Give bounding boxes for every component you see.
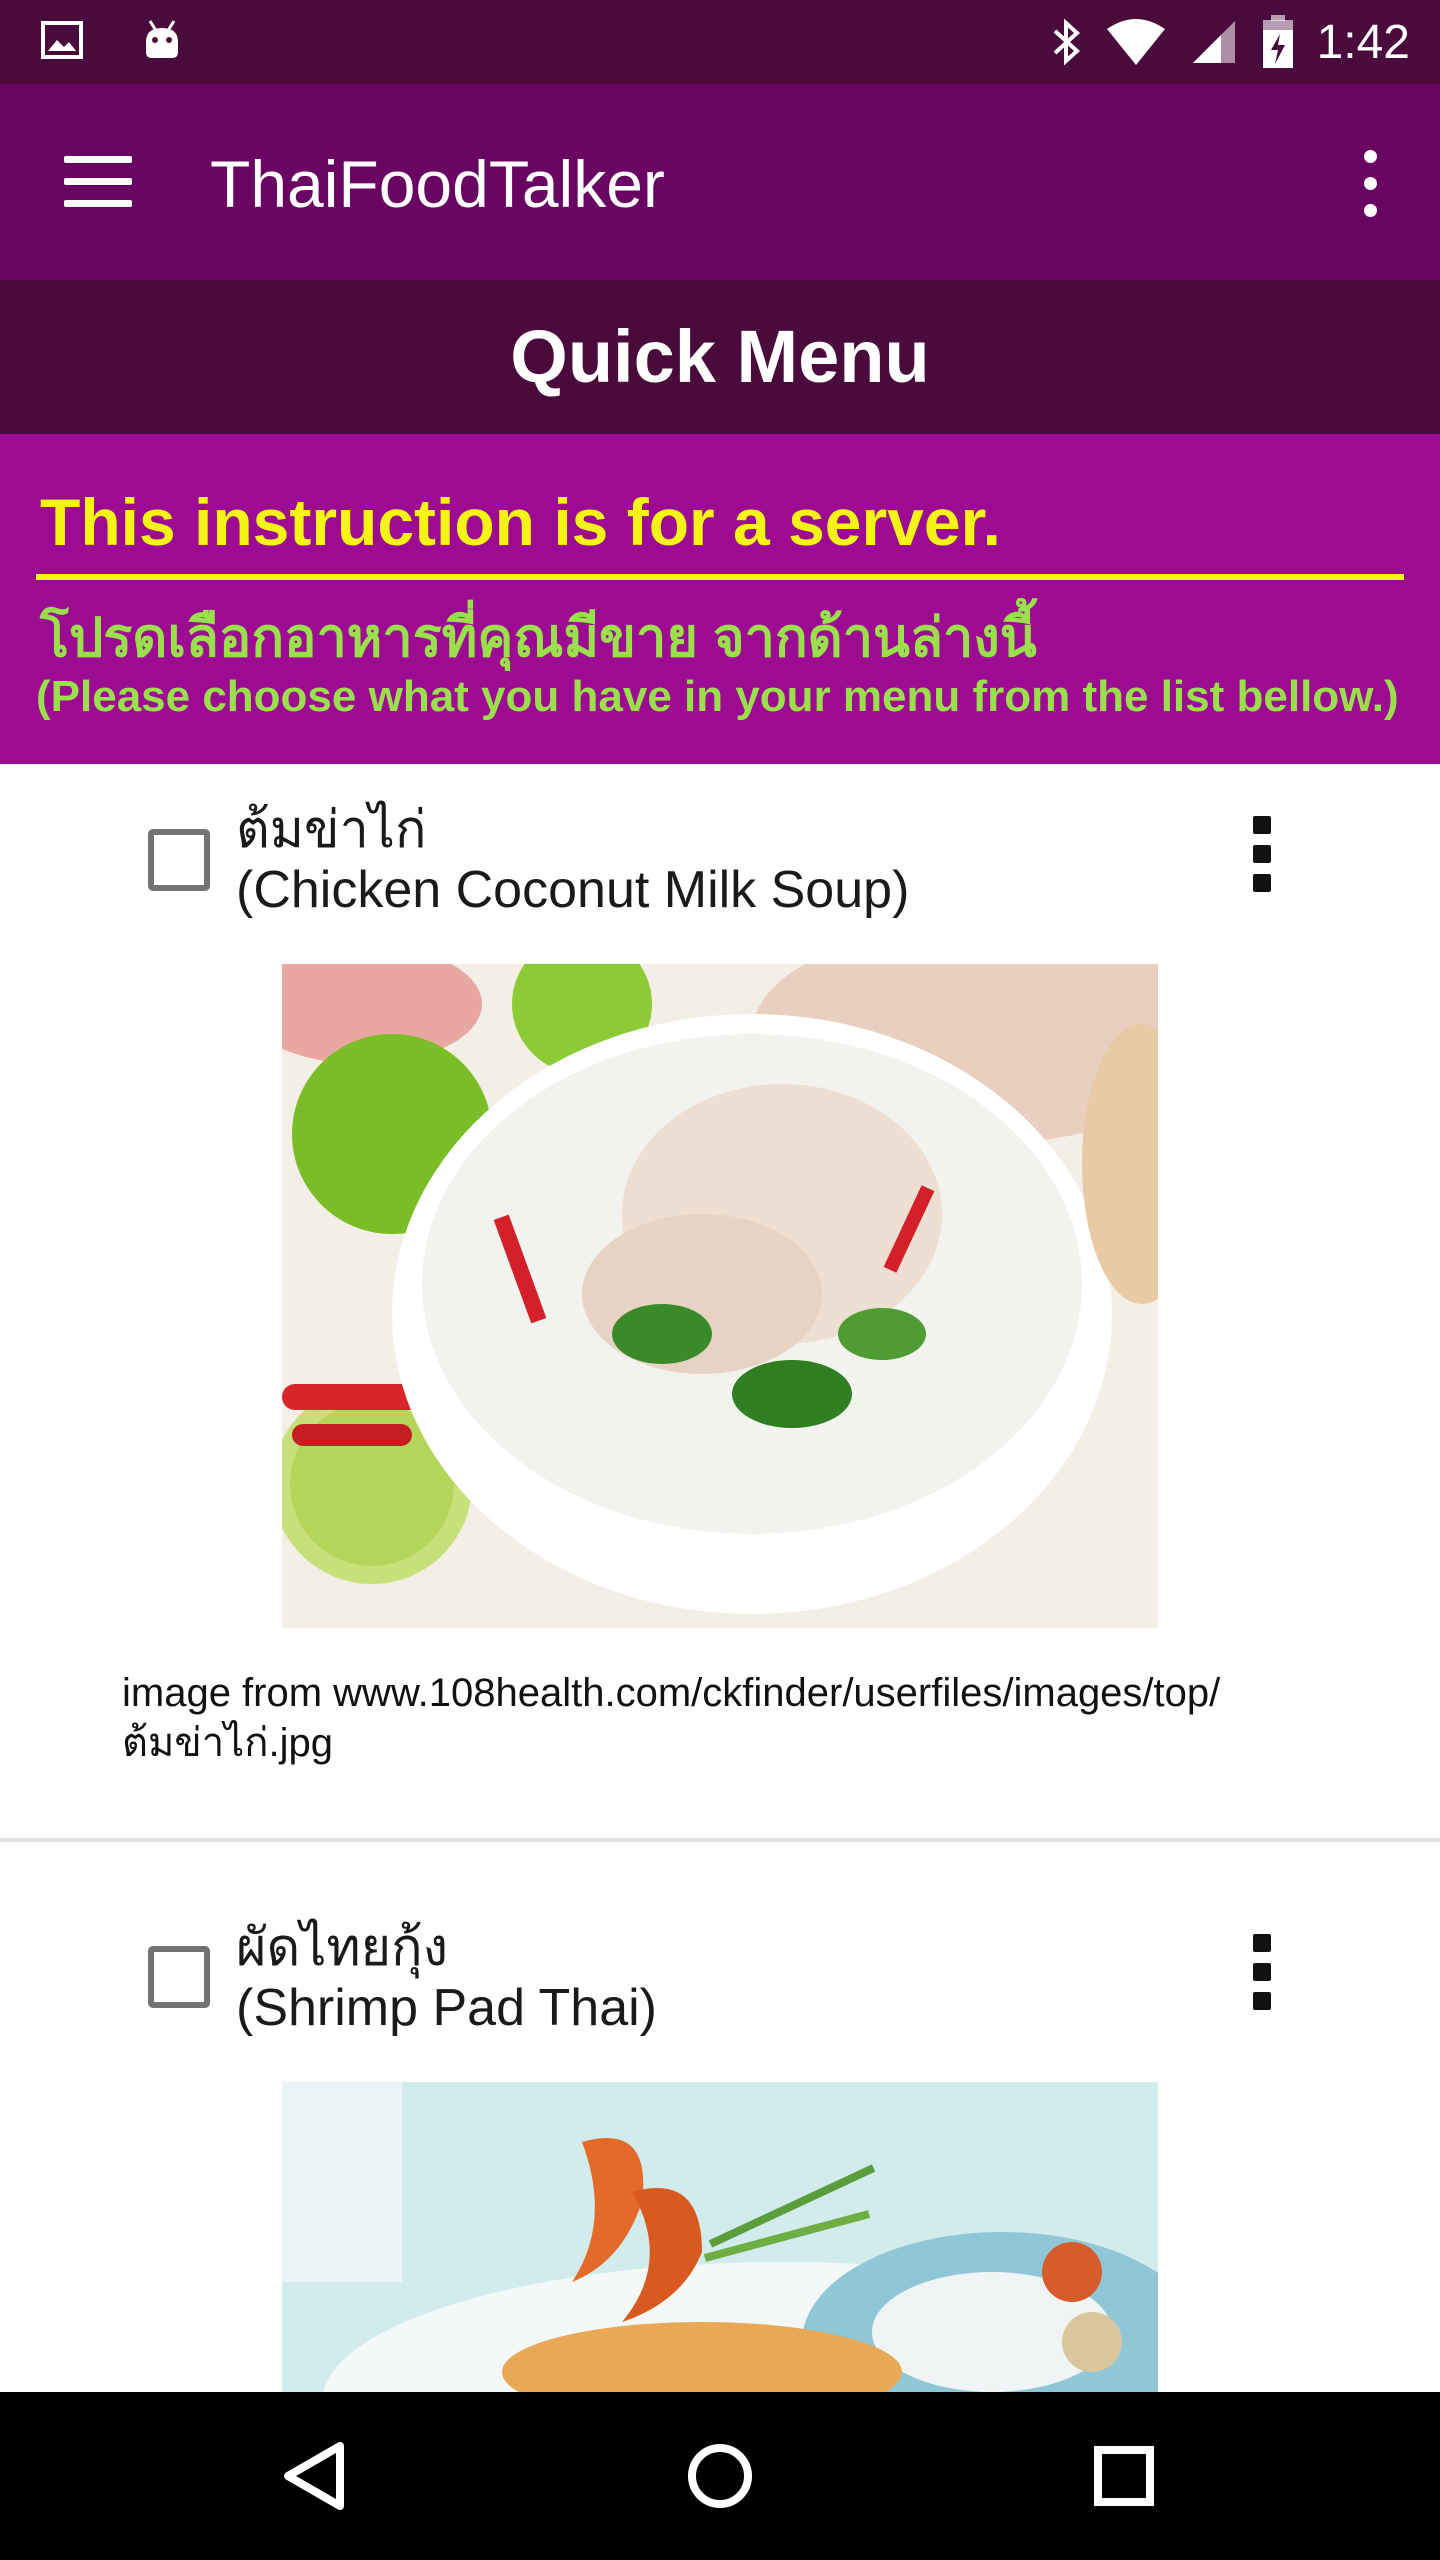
menu-item-name: ต้มข่าไก่ (Chicken Coconut Milk Soup) [236, 800, 909, 920]
signal-icon [1192, 21, 1235, 63]
menu-item-card: ต้มข่าไก่ (Chicken Coconut Milk Soup) im… [0, 764, 1440, 1842]
more-vert-icon[interactable] [1350, 150, 1390, 218]
home-icon[interactable] [670, 2426, 770, 2526]
hamburger-icon[interactable] [64, 156, 132, 208]
menu-item-checkbox[interactable] [148, 1946, 210, 2008]
menu-item-thai-name: ต้มข่าไก่ [236, 801, 427, 859]
menu-item-photo [282, 964, 1158, 1628]
more-vert-icon[interactable] [1242, 1934, 1282, 2010]
app-bar: ThaiFoodTalker [0, 84, 1440, 280]
status-time: 1:42 [1316, 15, 1410, 69]
section-header: Quick Menu [0, 280, 1440, 434]
menu-item-checkbox[interactable] [148, 829, 210, 891]
menu-item-name: ผัดไทยกุ้ง (Shrimp Pad Thai) [236, 1918, 657, 2038]
android-icon [146, 20, 178, 58]
image-icon [41, 21, 83, 59]
back-icon[interactable] [266, 2426, 366, 2526]
menu-item-card: ผัดไทยกุ้ง (Shrimp Pad Thai) [0, 1842, 1440, 2392]
menu-item-photo [282, 2082, 1158, 2392]
instruction-thai-text: โปรดเลือกอาหารที่คุณมีขาย จากด้านล่างนี้ [40, 608, 1037, 668]
recents-icon[interactable] [1074, 2426, 1174, 2526]
status-bar: 1:42 [0, 0, 1440, 84]
app-title: ThaiFoodTalker [210, 147, 665, 221]
battery-charging-icon [1262, 15, 1293, 68]
instruction-heading: This instruction is for a server. [40, 485, 1001, 559]
instruction-panel: This instruction is for a server. โปรดเล… [0, 434, 1440, 764]
instruction-english-text: (Please choose what you have in your men… [36, 672, 1399, 721]
more-vert-icon[interactable] [1242, 816, 1282, 892]
instruction-divider [36, 574, 1404, 580]
navigation-bar [0, 2392, 1440, 2560]
wifi-icon [1106, 19, 1165, 65]
menu-item-english-name: (Shrimp Pad Thai) [236, 1979, 657, 2037]
bluetooth-icon [1053, 18, 1080, 66]
menu-item-image-credit: image from www.108health.com/ckfinder/us… [122, 1671, 1221, 1765]
menu-item-english-name: (Chicken Coconut Milk Soup) [236, 861, 910, 919]
section-title: Quick Menu [510, 315, 930, 398]
menu-item-thai-name: ผัดไทยกุ้ง [236, 1919, 449, 1977]
